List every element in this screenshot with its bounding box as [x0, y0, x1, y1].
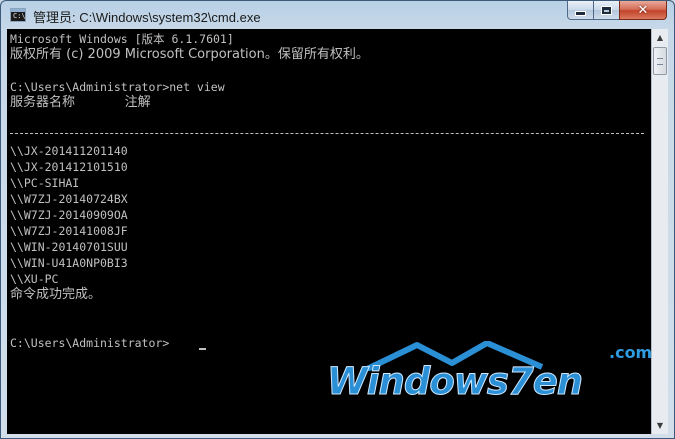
column-separator [10, 133, 644, 134]
server-list-item: \\W7ZJ-20140909OA [10, 208, 128, 222]
maximize-icon [601, 5, 612, 15]
server-list-item: \\JX-201412101510 [10, 160, 128, 174]
server-list-item: \\JX-201411201140 [10, 144, 128, 158]
server-list-item: \\PC-SIHAI [10, 176, 80, 190]
server-list-item: \\XU-PC [10, 272, 59, 286]
server-list-item: \\WIN-U41A0NP0BI3 [10, 256, 128, 270]
text-cursor [199, 348, 206, 350]
server-list-item: \\WIN-20140701SUU [10, 240, 128, 254]
console-line: 版权所有 (c) 2009 Microsoft Corporation。保留所有… [10, 47, 369, 62]
close-button[interactable]: ✕ [619, 1, 667, 20]
minimize-icon [575, 10, 586, 16]
cmd-window: C:\ 管理员: C:\Windows\system32\cmd.exe ✕ M… [0, 0, 675, 439]
server-list-item: \\W7ZJ-20141008JF [10, 224, 128, 238]
console-line: 服务器名称 注解 [10, 95, 151, 110]
maximize-button[interactable] [593, 1, 620, 20]
cmd-icon-text: C:\ [13, 12, 26, 20]
console-line: Microsoft Windows [版本 6.1.7601] [10, 32, 234, 46]
console-line: C:\Users\Administrator>net view [10, 80, 225, 94]
minimize-button[interactable] [567, 1, 594, 20]
watermark-domain: .com [609, 343, 651, 362]
scrollbar-thumb[interactable] [653, 47, 667, 75]
console-output[interactable]: Microsoft Windows [版本 6.1.7601] 版权所有 (c)… [7, 29, 651, 434]
watermark-logo: .com Windows7en [326, 341, 651, 411]
server-list-item: \\W7ZJ-20140724BX [10, 192, 128, 206]
title-bar[interactable]: C:\ 管理员: C:\Windows\system32\cmd.exe ✕ [1, 1, 674, 29]
scroll-down-icon[interactable]: ▼ [652, 417, 668, 434]
vertical-scrollbar[interactable]: ▲ ▼ [651, 29, 668, 434]
cmd-app-icon[interactable]: C:\ [10, 8, 26, 22]
command-prompt[interactable]: C:\Users\Administrator> [10, 335, 169, 351]
scroll-up-icon[interactable]: ▲ [652, 29, 668, 46]
watermark-text: Windows7en [326, 360, 583, 403]
window-title: 管理员: C:\Windows\system32\cmd.exe [33, 10, 261, 25]
console-line: 命令成功完成。 [10, 287, 102, 302]
close-icon: ✕ [637, 2, 649, 18]
